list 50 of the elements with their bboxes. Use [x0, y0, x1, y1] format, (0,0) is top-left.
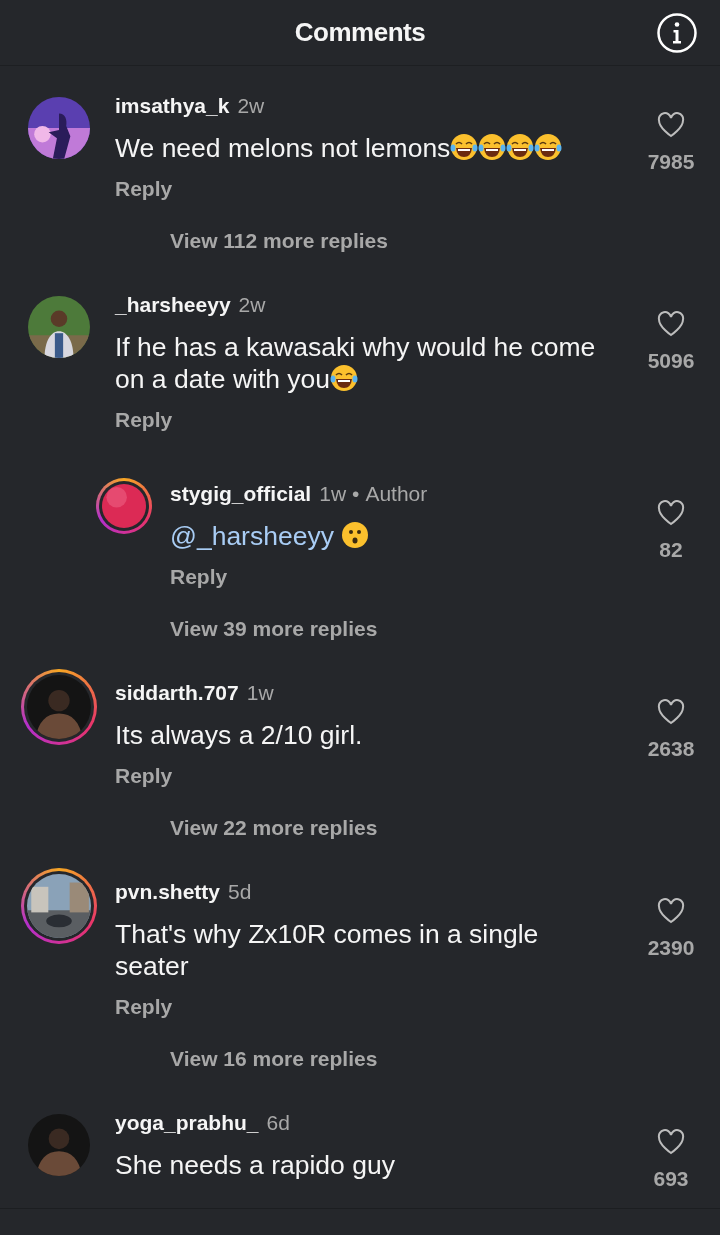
view-replies-link[interactable]: View 16 more replies	[170, 1044, 720, 1074]
timestamp: 2w	[237, 94, 265, 117]
separator-dot: •	[352, 482, 360, 505]
reply-link[interactable]: Reply	[170, 562, 636, 592]
page-title: Comments	[294, 16, 426, 49]
timestamp: 1w	[319, 482, 347, 505]
like-count: 82	[659, 537, 683, 563]
laughing-face-icon	[450, 133, 479, 161]
heart-icon[interactable]	[657, 1129, 685, 1155]
heart-icon[interactable]	[657, 112, 685, 138]
username[interactable]: imsathya_k	[115, 94, 230, 117]
story-ring[interactable]	[96, 478, 152, 534]
heart-icon[interactable]	[657, 699, 685, 725]
laughing-face-icon	[330, 364, 359, 392]
laughing-face-icon	[478, 133, 507, 161]
like-count: 2638	[647, 736, 695, 762]
comment-text: That's why Zx10R comes in a single seater	[115, 919, 539, 981]
reply-link[interactable]: Reply	[115, 992, 636, 1022]
author-label: Author	[365, 482, 428, 505]
comment-text: If he has a kawasaki why would he come on a date with you	[115, 332, 596, 394]
laughing-face-icon	[506, 133, 535, 161]
timestamp: 6d	[266, 1111, 290, 1134]
username[interactable]: siddarth.707	[115, 681, 239, 704]
surprised-face-icon	[341, 521, 370, 549]
heart-icon[interactable]	[657, 898, 685, 924]
heart-icon[interactable]	[657, 311, 685, 337]
view-replies-link[interactable]: View 22 more replies	[170, 813, 720, 843]
comment-text: We need melons not lemons	[115, 133, 563, 163]
reply-link[interactable]: Reply	[115, 761, 636, 791]
like-count: 5096	[647, 348, 695, 374]
timestamp: 2w	[238, 293, 266, 316]
reply-link[interactable]: Reply	[115, 405, 636, 435]
timestamp: 5d	[228, 880, 252, 903]
laughing-face-icon	[534, 133, 563, 161]
username[interactable]: stygig_official	[170, 482, 312, 505]
info-icon[interactable]	[656, 12, 698, 54]
view-replies-link[interactable]: View 39 more replies	[170, 614, 720, 644]
mention-link[interactable]: @_harsheeyy	[170, 521, 334, 551]
view-replies-link[interactable]: View 112 more replies	[170, 226, 720, 256]
username[interactable]: pvn.shetty	[115, 880, 221, 903]
username[interactable]: _harsheeyy	[115, 293, 231, 316]
like-count: 7985	[647, 149, 695, 175]
timestamp: 1w	[246, 681, 274, 704]
like-count: 693	[653, 1166, 689, 1192]
reply-link[interactable]: Reply	[115, 174, 636, 204]
like-count: 2390	[647, 935, 695, 961]
username[interactable]: yoga_prabhu_	[115, 1111, 259, 1134]
comment-text: Its always a 2/10 girl.	[115, 720, 363, 750]
comment-text: She needs a rapido guy	[115, 1150, 395, 1180]
heart-icon[interactable]	[657, 500, 685, 526]
